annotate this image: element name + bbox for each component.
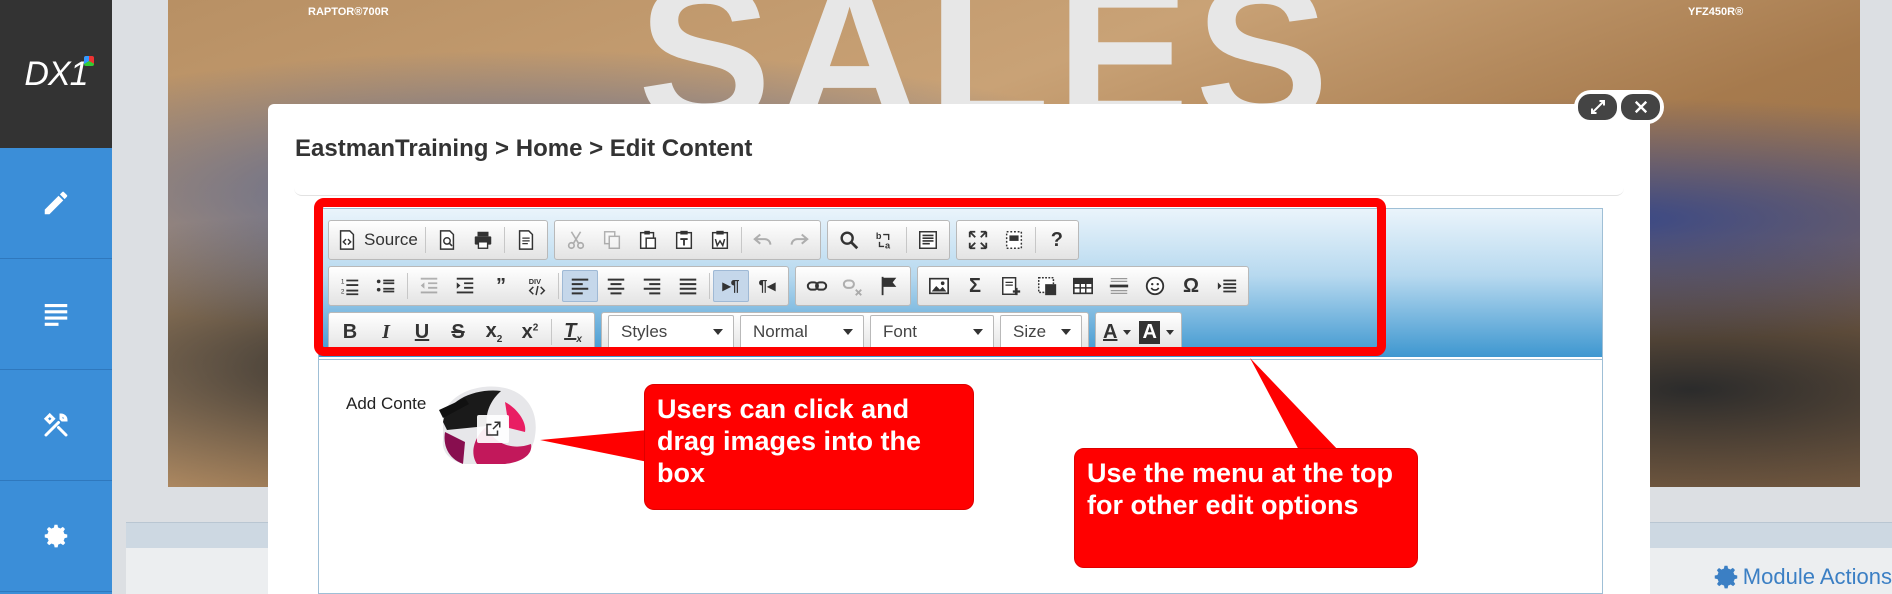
modal-divider bbox=[294, 188, 1624, 196]
expand-button[interactable] bbox=[1578, 94, 1617, 120]
gear-icon bbox=[1714, 565, 1738, 589]
rail-edit-button[interactable] bbox=[0, 148, 112, 259]
dx1-logo: DX1 bbox=[0, 0, 112, 148]
pencil-icon bbox=[44, 191, 68, 215]
module-actions-label: Module Actions bbox=[1742, 564, 1892, 589]
close-button[interactable] bbox=[1621, 94, 1660, 120]
content-lines-icon bbox=[44, 304, 68, 326]
rail-settings-button[interactable] bbox=[0, 481, 112, 592]
expand-icon bbox=[1590, 100, 1605, 114]
logo-cube-icon bbox=[84, 56, 94, 66]
editor-text[interactable]: Add Conte bbox=[346, 394, 426, 414]
module-actions-link[interactable]: Module Actions bbox=[1711, 562, 1892, 592]
hero-right-label: YFZ450R® bbox=[1688, 6, 1744, 18]
menu-options-callout: Use the menu at the top for other edit o… bbox=[1074, 448, 1418, 568]
breadcrumb: EastmanTraining > Home > Edit Content bbox=[295, 135, 753, 162]
toolbar-highlight bbox=[314, 198, 1386, 356]
left-rail: DX1 bbox=[0, 0, 112, 594]
gear-icon bbox=[44, 524, 68, 548]
drag-images-callout: Users can click and drag images into the… bbox=[644, 384, 974, 510]
rail-tools-button[interactable] bbox=[0, 370, 112, 481]
hero-left-label: RAPTOR®700R bbox=[308, 6, 389, 18]
rail-content-button[interactable] bbox=[0, 259, 112, 370]
logo-text: DX1 bbox=[24, 54, 88, 93]
modal-window-controls bbox=[1574, 90, 1664, 124]
open-image-button[interactable] bbox=[477, 415, 509, 443]
external-link-icon bbox=[486, 421, 501, 436]
close-icon bbox=[1634, 100, 1647, 114]
tools-icon bbox=[43, 412, 68, 437]
